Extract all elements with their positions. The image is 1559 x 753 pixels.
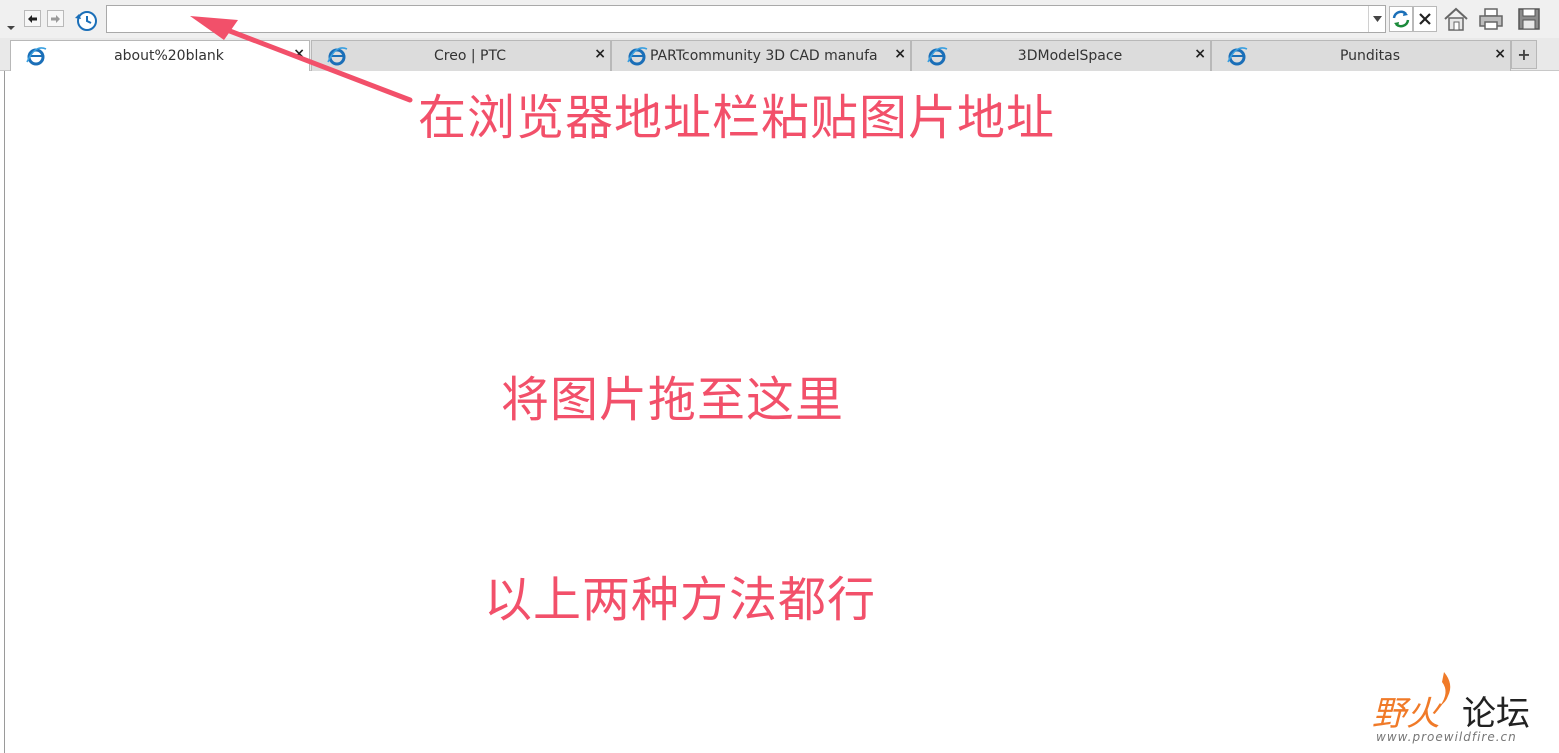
- watermark-name-part1: 野火: [1372, 694, 1440, 734]
- tab-punditas[interactable]: Punditas ×: [1211, 40, 1511, 71]
- back-icon: [28, 14, 37, 23]
- stop-button[interactable]: [1413, 6, 1437, 32]
- tab-close-icon[interactable]: ×: [594, 46, 606, 62]
- forward-button[interactable]: [47, 10, 64, 27]
- annotation-drag-here: 将图片拖至这里: [501, 372, 845, 428]
- tab-label: Punditas: [1339, 48, 1401, 64]
- menu-arrow-icon[interactable]: [5, 22, 17, 34]
- tab-creo-ptc[interactable]: Creo | PTC ×: [311, 40, 611, 71]
- tab-partcommunity[interactable]: PARTcommunity 3D CAD manufa ×: [611, 40, 911, 71]
- forum-watermark-logo: 野火 论坛 www.proewildfire.cn: [1370, 670, 1550, 750]
- save-button[interactable]: [1514, 5, 1544, 33]
- watermark-name-part2: 论坛: [1462, 694, 1530, 734]
- tab-close-icon[interactable]: ×: [1494, 46, 1506, 62]
- annotation-paste-address: 在浏览器地址栏粘贴图片地址: [418, 90, 1056, 146]
- address-input[interactable]: [107, 6, 1377, 32]
- history-button[interactable]: [72, 7, 100, 33]
- annotation-both-work: 以上两种方法都行: [484, 572, 877, 628]
- tab-close-icon[interactable]: ×: [293, 46, 305, 62]
- print-icon: [1479, 8, 1503, 30]
- toolbar: [0, 0, 1559, 38]
- ie-icon: [327, 47, 348, 66]
- refresh-button[interactable]: [1389, 6, 1413, 32]
- address-dropdown-button[interactable]: [1368, 6, 1385, 32]
- print-button[interactable]: [1476, 5, 1506, 33]
- refresh-icon: [1392, 10, 1410, 28]
- tab-close-icon[interactable]: ×: [894, 46, 906, 62]
- stop-icon: [1419, 13, 1431, 25]
- ie-icon: [1227, 47, 1248, 66]
- tab-about-blank[interactable]: about%20blank ×: [10, 40, 310, 72]
- tab-label: PARTcommunity 3D CAD manufa: [650, 48, 878, 64]
- tab-bar: about%20blank × Creo | PTC × PARTcommuni…: [0, 38, 1559, 72]
- tab-close-icon[interactable]: ×: [1194, 46, 1206, 62]
- tab-3dmodelspace[interactable]: 3DModelSpace ×: [911, 40, 1211, 71]
- ie-icon: [627, 47, 648, 66]
- new-tab-button[interactable]: +: [1511, 40, 1537, 69]
- ie-icon: [26, 47, 47, 66]
- home-button[interactable]: [1441, 5, 1471, 33]
- history-icon: [75, 11, 97, 31]
- address-bar[interactable]: [106, 5, 1386, 33]
- forward-icon: [51, 14, 60, 23]
- watermark-url: www.proewildfire.cn: [1376, 730, 1517, 744]
- tab-label: Creo | PTC: [434, 48, 506, 64]
- tab-label: about%20blank: [114, 48, 224, 64]
- save-icon: [1518, 8, 1540, 30]
- home-icon: [1444, 7, 1468, 31]
- ie-icon: [927, 47, 948, 66]
- back-button[interactable]: [24, 10, 41, 27]
- dropdown-icon: [1372, 16, 1382, 22]
- tab-label: 3DModelSpace: [1017, 48, 1123, 64]
